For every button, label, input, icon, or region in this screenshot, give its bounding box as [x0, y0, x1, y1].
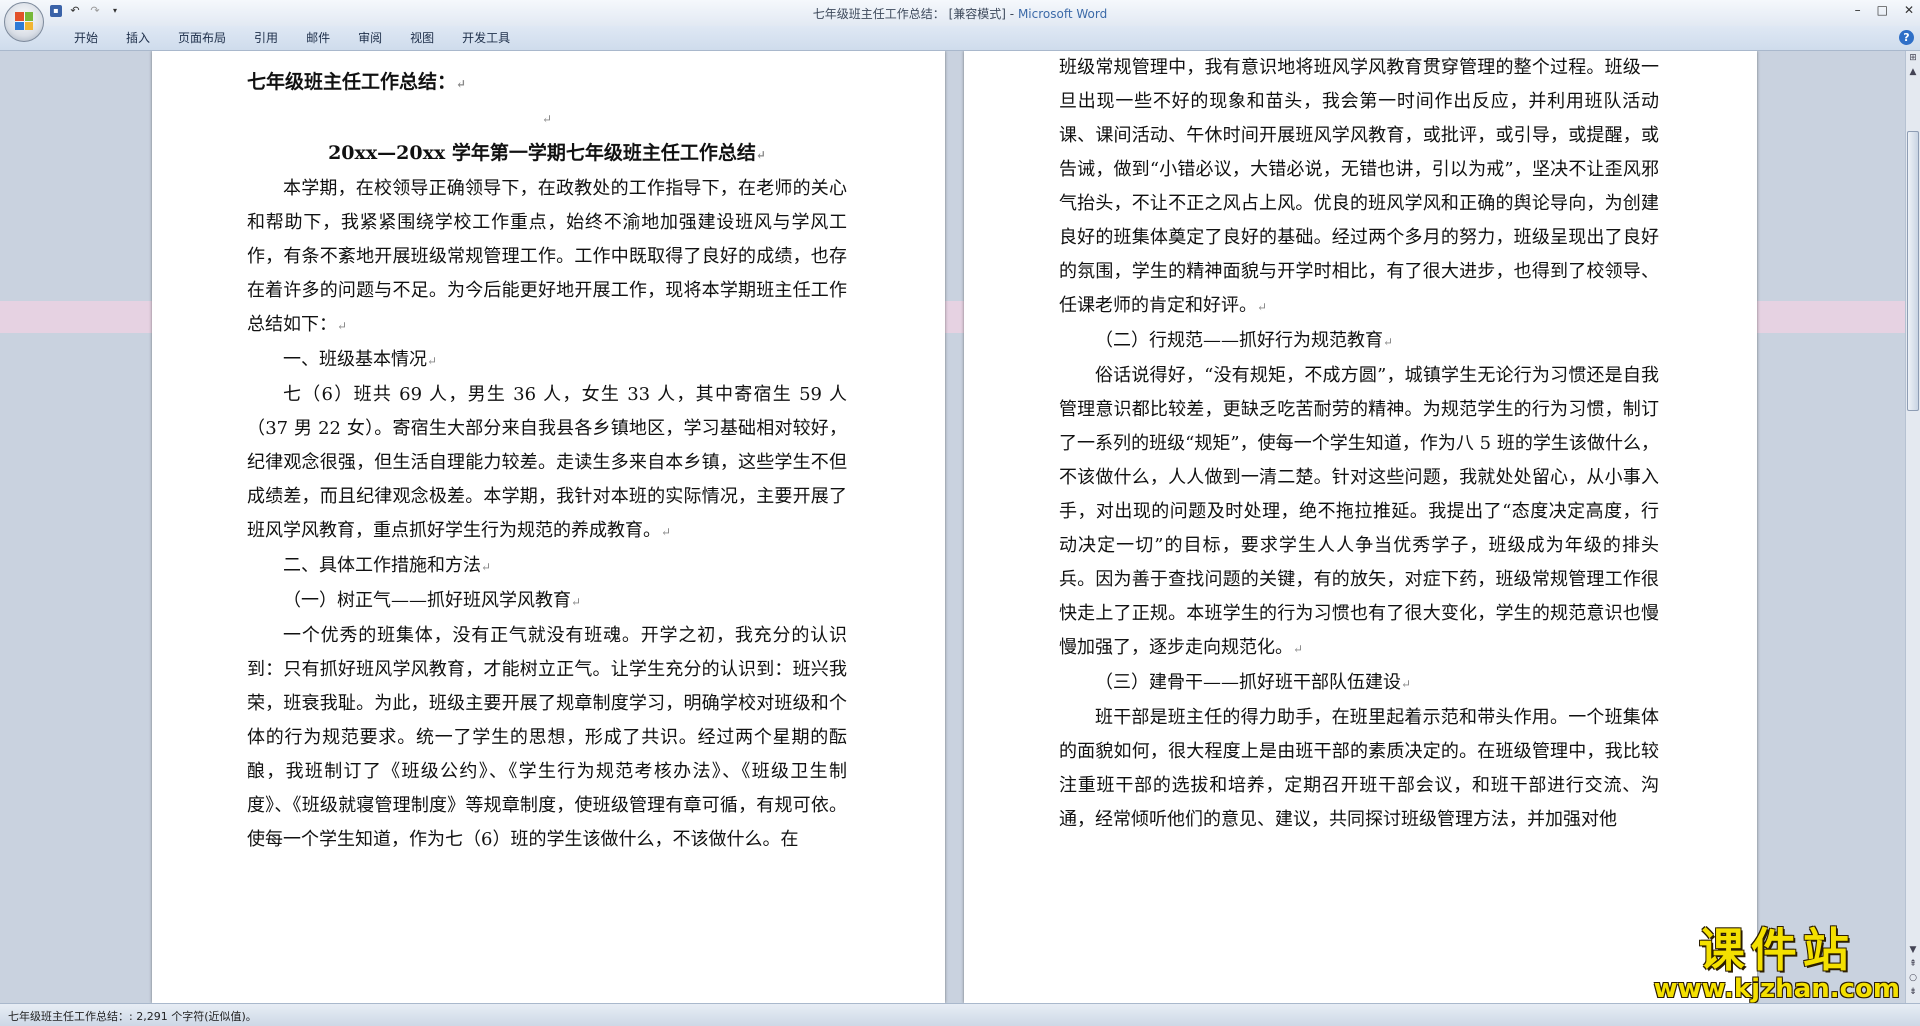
- window-controls: – □ ✕: [1855, 3, 1914, 17]
- app-name: Microsoft Word: [1017, 7, 1108, 21]
- paragraph: 本学期，在校领导正确领导下，在政教处的工作指导下，在老师的关心和帮助下，我紧紧围…: [247, 178, 847, 335]
- tab-view[interactable]: 视图: [396, 30, 448, 46]
- vertical-scrollbar[interactable]: ⊞ ▲ ▼ ⇞ ○ ⇟: [1905, 51, 1920, 1003]
- document-page-2[interactable]: 班级常规管理中，我有意识地将班风学风教育贯穿管理的整个过程。班级一旦出现一些不好…: [964, 51, 1757, 1003]
- office-logo-icon: [15, 12, 33, 30]
- next-page-icon[interactable]: ⇟: [1907, 985, 1919, 999]
- watermark-url: www.kjzhan.com: [1653, 974, 1900, 1004]
- paragraph-mark-icon: ↵: [1257, 300, 1268, 314]
- paragraph: 班级常规管理中，我有意识地将班风学风教育贯穿管理的整个过程。班级一旦出现一些不好…: [1059, 57, 1659, 316]
- tab-page-layout[interactable]: 页面布局: [164, 30, 240, 46]
- close-icon[interactable]: ✕: [1904, 3, 1914, 17]
- compatibility-mode: [兼容模式]: [948, 7, 1006, 21]
- section-heading: 一、班级基本情况↵: [283, 349, 438, 370]
- title-bar: ▪ ↶ ↷ ▾ 七年级班主任工作总结： [兼容模式] - Microsoft W…: [0, 0, 1920, 26]
- minimize-icon[interactable]: –: [1855, 3, 1861, 17]
- tab-developer[interactable]: 开发工具: [448, 30, 524, 46]
- paragraph-mark-icon: ↵: [1401, 677, 1412, 691]
- subsection-heading: （三）建骨干——抓好班干部队伍建设↵: [1095, 672, 1412, 693]
- tab-mailings[interactable]: 邮件: [292, 30, 344, 46]
- ribbon: 开始 插入 页面布局 引用 邮件 审阅 视图 开发工具 ?: [0, 26, 1920, 51]
- paragraph: 一个优秀的班集体，没有正气就没有班魂。开学之初，我充分的认识到：只有抓好班风学风…: [247, 625, 847, 850]
- scroll-up-icon[interactable]: ▲: [1907, 65, 1919, 79]
- scrollbar-thumb[interactable]: [1907, 131, 1919, 411]
- paragraph-mark-icon: ↵: [337, 319, 348, 333]
- status-bar: 七年级班主任工作总结：: 2,291 个字符(近似值)。: [0, 1003, 1920, 1026]
- word-count-status[interactable]: 七年级班主任工作总结：: 2,291 个字符(近似值)。: [8, 1008, 257, 1024]
- ribbon-tabs: 开始 插入 页面布局 引用 邮件 审阅 视图 开发工具: [60, 30, 524, 46]
- tab-insert[interactable]: 插入: [112, 30, 164, 46]
- tab-review[interactable]: 审阅: [344, 30, 396, 46]
- watermark-logo: 课件站 www.kjzhan.com: [1654, 925, 1900, 1003]
- paragraph-mark-icon: ↵: [1293, 642, 1304, 656]
- document-title: 20xx—20xx 学年第一学期七年级班主任工作总结↵: [328, 142, 766, 164]
- subsection-heading: （一）树正气——抓好班风学风教育↵: [283, 590, 582, 611]
- select-browse-object-icon[interactable]: ○: [1907, 971, 1919, 985]
- tab-references[interactable]: 引用: [240, 30, 292, 46]
- paragraph-mark-icon: ↵: [1383, 335, 1394, 349]
- previous-page-icon[interactable]: ⇞: [1907, 957, 1919, 971]
- window-title: 七年级班主任工作总结： [兼容模式] - Microsoft Word: [812, 7, 1108, 21]
- paragraph-mark-icon: ↵: [571, 595, 582, 609]
- scroll-down-icon[interactable]: ▼: [1907, 943, 1919, 957]
- paragraph-mark-icon: ↵: [541, 112, 553, 126]
- document-page-1[interactable]: 七年级班主任工作总结：↵ ↵ 20xx—20xx 学年第一学期七年级班主任工作总…: [152, 51, 945, 1003]
- paragraph: 俗话说得好，“没有规矩，不成方圆”，城镇学生无论行为习惯还是自我管理意识都比较差…: [1059, 365, 1659, 658]
- paragraph-mark-icon: ↵: [481, 560, 492, 574]
- page-1-text: 七年级班主任工作总结：↵ ↵ 20xx—20xx 学年第一学期七年级班主任工作总…: [247, 51, 847, 857]
- paragraph-mark-icon: ↵: [456, 77, 467, 91]
- watermark-title: 课件站: [1698, 923, 1855, 977]
- page-2-text: 班级常规管理中，我有意识地将班风学风教育贯穿管理的整个过程。班级一旦出现一些不好…: [1059, 51, 1659, 837]
- subsection-heading: （二）行规范——抓好行为规范教育↵: [1095, 330, 1394, 351]
- paragraph: 班干部是班主任的得力助手，在班里起着示范和带头作用。一个班集体的面貌如何，很大程…: [1059, 707, 1659, 830]
- document-title: 七年级班主任工作总结：: [812, 7, 945, 21]
- ruler-toggle-icon[interactable]: ⊞: [1907, 51, 1919, 65]
- paragraph-mark-icon: ↵: [427, 354, 438, 368]
- empty-paragraph: ↵: [247, 101, 847, 136]
- maximize-icon[interactable]: □: [1877, 3, 1888, 17]
- office-button[interactable]: [4, 2, 44, 42]
- tab-home[interactable]: 开始: [60, 30, 112, 46]
- paragraph-mark-icon: ↵: [755, 148, 766, 162]
- paragraph: 七（6）班共 69 人，男生 36 人，女生 33 人，其中寄宿生 59 人（3…: [247, 384, 847, 541]
- help-icon[interactable]: ?: [1899, 30, 1914, 45]
- paragraph-mark-icon: ↵: [661, 525, 672, 539]
- document-workspace: 七年级班主任工作总结：↵ ↵ 20xx—20xx 学年第一学期七年级班主任工作总…: [0, 51, 1906, 1003]
- section-heading: 二、具体工作措施和方法↵: [283, 555, 492, 576]
- document-heading: 七年级班主任工作总结：↵: [247, 71, 467, 93]
